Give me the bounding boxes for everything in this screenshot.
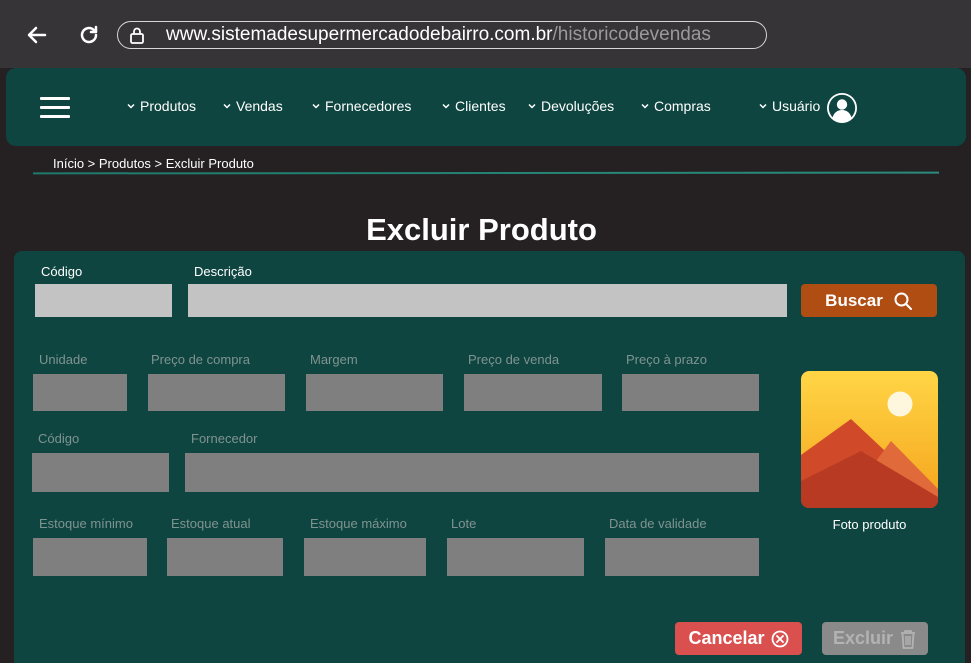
reload-icon[interactable] (76, 22, 102, 48)
lote-input (447, 538, 584, 576)
url-path: /historicodevendas (552, 24, 711, 45)
fornecedor-label: Fornecedor (191, 431, 258, 446)
nav-item-clientes[interactable]: Clientes (441, 98, 506, 114)
estoque-maximo-label: Estoque máximo (310, 516, 407, 531)
close-circle-icon (771, 630, 788, 647)
nav-item-produtos[interactable]: Produtos (126, 98, 196, 114)
unidade-input (33, 374, 127, 411)
nav-item-vendas[interactable]: Vendas (222, 98, 283, 114)
estoque-atual-input (167, 538, 283, 576)
product-photo-image-icon (801, 371, 938, 508)
codigo-fornecedor-input (32, 453, 169, 492)
chevron-down-icon (223, 103, 231, 109)
data-validade-input (605, 538, 759, 576)
chevron-down-icon (759, 103, 767, 109)
buscar-label: Buscar (825, 290, 883, 310)
cancel-button[interactable]: Cancelar (675, 622, 802, 655)
chevron-down-icon (442, 103, 450, 109)
cancel-label: Cancelar (688, 628, 765, 648)
nav-item-label: Vendas (236, 98, 283, 114)
lote-label: Lote (451, 516, 477, 531)
delete-label: Excluir (832, 628, 894, 648)
estoque-minimo-label: Estoque mínimo (39, 516, 133, 531)
delete-button[interactable]: Excluir (822, 622, 928, 655)
page-title: Excluir Produto (366, 212, 597, 247)
nav-item-label: Fornecedores (325, 98, 412, 114)
chevron-down-icon (312, 103, 320, 109)
preco-prazo-label: Preço à prazo (626, 352, 707, 367)
codigo-fornecedor-label: Código (38, 431, 80, 446)
codigo-search-input[interactable] (35, 284, 172, 317)
back-arrow-icon[interactable] (24, 22, 50, 48)
nav-item-usuario[interactable]: Usuário (758, 98, 820, 114)
photo-label: Foto produto (832, 517, 907, 532)
lock-icon (130, 27, 144, 44)
browser-toolbar: www.sistemadesupermercadodebairro.com.br… (0, 0, 971, 68)
breadcrumb: Início > Produtos > Excluir Produto (53, 156, 254, 171)
descricao-search-input[interactable] (188, 284, 787, 317)
nav-item-label: Clientes (455, 98, 506, 114)
trash-icon (901, 629, 916, 649)
preco-compra-label: Preço de compra (151, 352, 250, 367)
url-domain: www.sistemadesupermercadodebairro.com.br (166, 24, 553, 45)
margem-input (306, 374, 443, 411)
nav-item-label: Devoluções (541, 98, 615, 114)
preco-compra-input (148, 374, 285, 411)
unidade-label: Unidade (39, 352, 88, 367)
nav-item-devolucoes[interactable]: Devoluções (527, 98, 614, 114)
preco-prazo-input (622, 374, 759, 411)
hamburger-menu-icon[interactable] (40, 97, 70, 119)
fornecedor-input (185, 453, 759, 492)
address-bar[interactable]: www.sistemadesupermercadodebairro.com.br… (117, 21, 767, 49)
nav-item-label: Compras (654, 98, 711, 114)
preco-venda-input (464, 374, 602, 411)
nav-item-compras[interactable]: Compras (640, 98, 711, 114)
chevron-down-icon (641, 103, 649, 109)
chevron-down-icon (528, 103, 536, 109)
chevron-down-icon (127, 103, 135, 109)
estoque-maximo-input (304, 538, 426, 576)
estoque-atual-label: Estoque atual (171, 516, 251, 531)
nav-item-label: Produtos (140, 98, 197, 114)
descricao-label: Descrição (194, 264, 252, 279)
nav-item-fornecedores[interactable]: Fornecedores (311, 98, 411, 114)
data-validade-label: Data de validade (609, 516, 707, 531)
user-avatar-icon[interactable] (826, 92, 858, 124)
user-label: Usuário (772, 98, 821, 114)
top-navigation: Produtos Vendas Fornecedores Clientes De… (6, 68, 966, 146)
buscar-button[interactable]: Buscar (801, 284, 937, 317)
codigo-label: Código (41, 264, 83, 279)
preco-venda-label: Preço de venda (468, 352, 560, 367)
margem-label: Margem (310, 352, 358, 367)
estoque-minimo-input (33, 538, 147, 576)
search-icon (894, 292, 912, 310)
